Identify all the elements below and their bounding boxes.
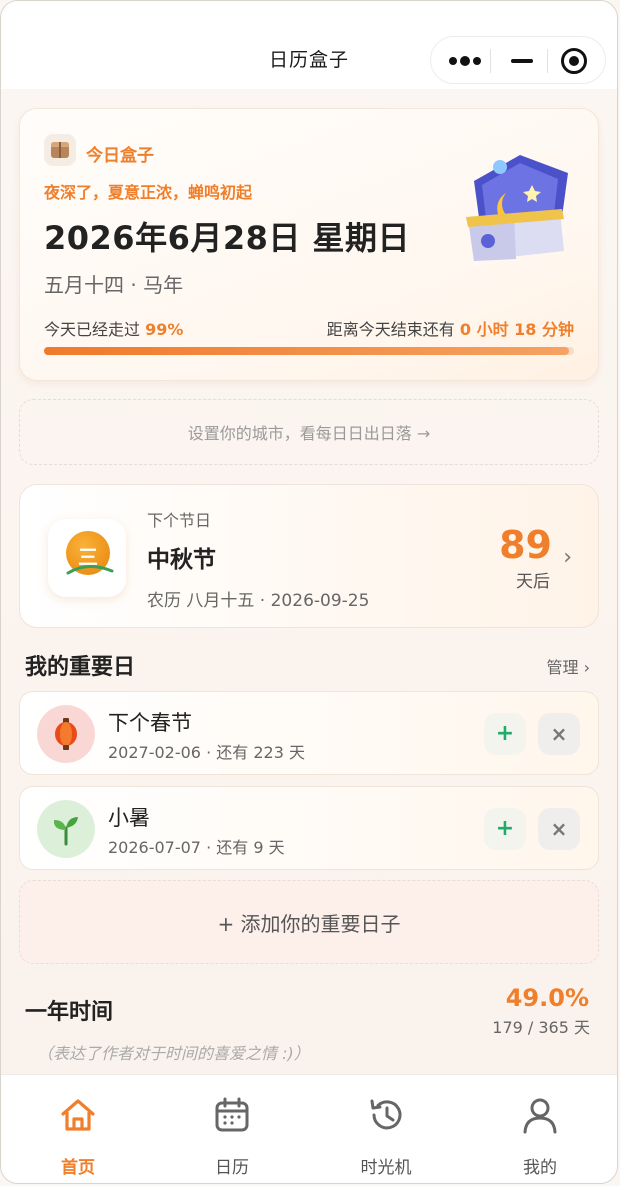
add-important-day-button[interactable]: + 添加你的重要日子 (19, 880, 599, 964)
festival-days-count: 89 (499, 523, 552, 567)
festival-date: 农历 八月十五 · 2026-09-25 (147, 591, 370, 611)
today-date: 2026年6月28日 星期日 (44, 219, 411, 257)
tab-home[interactable]: 首页 (1, 1075, 155, 1183)
minimize-icon[interactable] (507, 50, 539, 72)
today-poem: 夜深了，夏意正浓，蝉鸣初起 (44, 183, 253, 202)
tab-profile[interactable]: 我的 (463, 1075, 617, 1183)
tab-bar: 首页 日历 时光机 我的 (1, 1074, 617, 1183)
important-day-name: 下个春节 (108, 711, 192, 735)
important-day-item[interactable]: 小暑 2026-07-07 · 还有 9 天 + × (19, 786, 599, 870)
history-icon (370, 1099, 402, 1130)
today-tag: 今日盒子 (86, 146, 154, 166)
user-icon (523, 1098, 557, 1134)
more-menu-icon[interactable] (449, 52, 499, 70)
today-lunar-date: 五月十四 · 马年 (44, 273, 184, 297)
moon-jewel-box-icon (466, 155, 568, 261)
tab-home-label: 首页 (61, 1158, 95, 1178)
year-note: （表达了作者对于时间的喜爱之情 :)） (37, 1044, 310, 1063)
nav-bar: 日历盒子 (1, 1, 617, 89)
tab-calendar-label: 日历 (215, 1158, 249, 1178)
sprout-icon (37, 800, 95, 858)
lantern-icon (37, 705, 95, 763)
capsule-divider (547, 49, 548, 73)
chevron-right-icon[interactable]: › (563, 545, 572, 570)
delete-button[interactable]: × (538, 713, 580, 755)
year-time-title: 一年时间 (25, 1000, 114, 1025)
today-card[interactable]: 今日盒子 夜深了，夏意正浓，蝉鸣初起 2026年6月28日 星期日 五月十四 ·… (19, 108, 599, 381)
day-progress-fill (44, 347, 569, 355)
close-miniprogram-icon[interactable] (561, 48, 587, 74)
festival-days-unit: 天后 (516, 572, 550, 592)
box-icon (44, 134, 76, 166)
day-passed-text: 今天已经走过 99% (44, 316, 183, 340)
app-frame: 日历盒子 今日盒子 夜深了，夏意正浓，蝉鸣初起 2026年6月28日 星期日 五… (0, 0, 618, 1184)
important-days-title: 我的重要日 (25, 655, 136, 680)
day-progress-bar (44, 347, 574, 355)
tab-calendar[interactable]: 日历 (155, 1075, 309, 1183)
home-icon (61, 1099, 95, 1131)
important-day-name: 小暑 (108, 806, 150, 830)
day-remaining-text: 距离今天结束还有 0 小时 18 分钟 (327, 316, 574, 340)
year-days-count: 179 / 365 天 (492, 1018, 590, 1037)
tab-profile-label: 我的 (523, 1158, 557, 1178)
tab-time-machine[interactable]: 时光机 (309, 1075, 463, 1183)
year-progress-percent: 49.0% (505, 984, 589, 1012)
day-remaining-label: 距离今天结束还有 (326, 320, 455, 339)
important-day-date: 2027-02-06 · 还有 223 天 (108, 743, 305, 762)
set-city-sunrise-link[interactable]: 设置你的城市，看每日日出日落 → (19, 399, 599, 465)
add-reminder-button[interactable]: + (484, 713, 526, 755)
tab-time-machine-label: 时光机 (360, 1158, 412, 1178)
day-passed-label: 今天已经走过 (44, 320, 141, 339)
calendar-icon (215, 1097, 249, 1132)
delete-button[interactable]: × (538, 808, 580, 850)
festival-name: 中秋节 (147, 547, 216, 573)
important-day-item[interactable]: 下个春节 2027-02-06 · 还有 223 天 + × (19, 691, 599, 775)
manage-link[interactable]: 管理 › (547, 654, 591, 678)
next-festival-card[interactable]: 三 下个节日 中秋节 农历 八月十五 · 2026-09-25 89 天后 › (19, 484, 599, 628)
mini-program-capsule (430, 36, 606, 84)
day-remaining-value: 0 小时 18 分钟 (459, 320, 574, 339)
add-reminder-button[interactable]: + (484, 808, 526, 850)
day-passed-percent: 99% (145, 320, 184, 339)
next-festival-label: 下个节日 (147, 511, 212, 530)
mid-autumn-moon-icon: 三 (48, 519, 126, 597)
capsule-divider (490, 49, 491, 73)
important-day-date: 2026-07-07 · 还有 9 天 (108, 838, 285, 857)
